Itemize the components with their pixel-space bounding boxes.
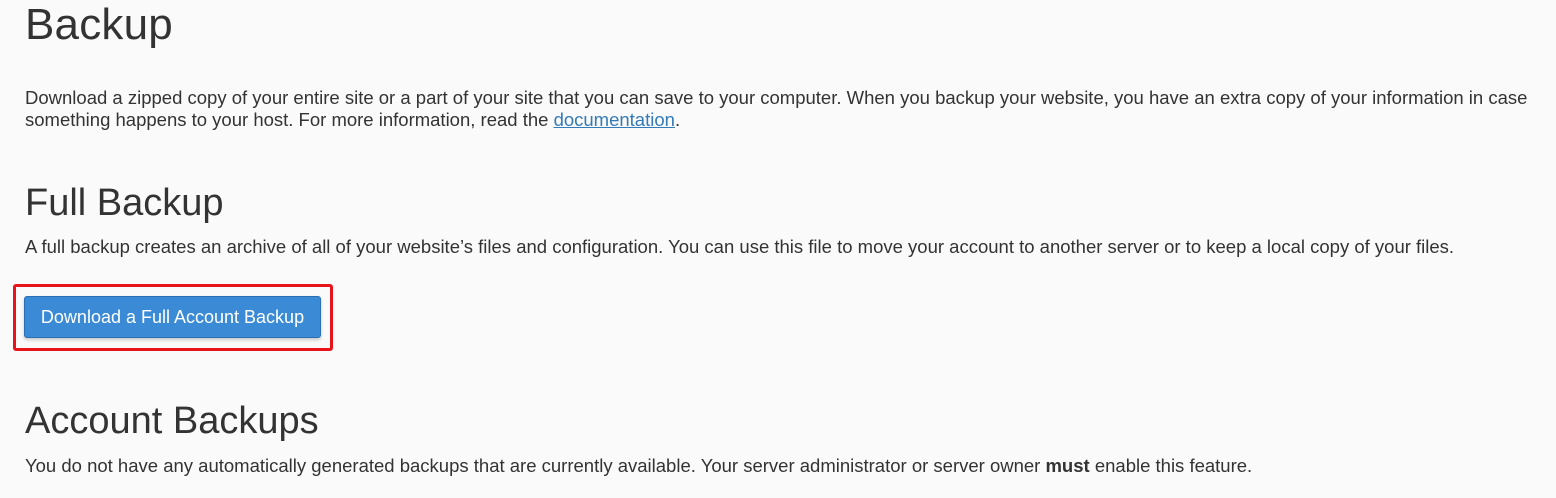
documentation-link[interactable]: documentation: [554, 109, 675, 130]
intro-text: Download a zipped copy of your entire si…: [25, 87, 1528, 130]
page-title: Backup: [25, 0, 173, 49]
account-backups-text: You do not have any automatically genera…: [25, 455, 1046, 476]
download-full-backup-button[interactable]: Download a Full Account Backup: [24, 296, 321, 338]
full-backup-heading: Full Backup: [25, 182, 224, 224]
backup-page: Backup Download a zipped copy of your en…: [0, 0, 1556, 498]
intro-paragraph: Download a zipped copy of your entire si…: [25, 87, 1530, 131]
full-backup-description: A full backup creates an archive of all …: [25, 236, 1455, 257]
account-backups-bold: must: [1045, 455, 1090, 476]
account-backups-description: You do not have any automatically genera…: [25, 455, 1252, 477]
intro-text-end: .: [674, 109, 681, 130]
account-backups-text-end: enable this feature.: [1089, 455, 1253, 476]
account-backups-heading: Account Backups: [25, 400, 319, 442]
